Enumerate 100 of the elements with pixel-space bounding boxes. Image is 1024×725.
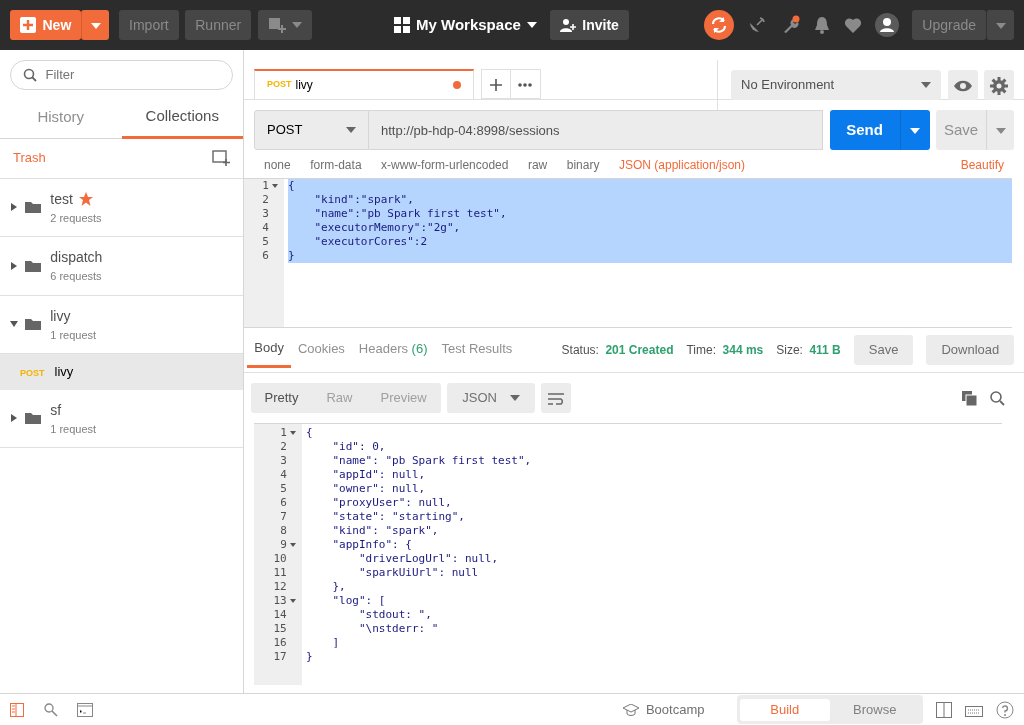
save-response-button[interactable]: Save: [853, 335, 914, 365]
line-number: 2: [262, 193, 269, 207]
caret-icon: [995, 127, 1006, 134]
collection-item[interactable]: dispatch 6 requests: [0, 237, 243, 296]
caret-icon: [995, 22, 1006, 29]
environment-select[interactable]: No Environment: [731, 70, 941, 100]
avatar-icon[interactable]: [875, 13, 900, 37]
line-number: 5: [262, 235, 269, 249]
download-button[interactable]: Download: [926, 335, 1015, 365]
wrap-button[interactable]: [541, 383, 572, 413]
body-type-option[interactable]: x-www-form-urlencoded: [381, 160, 509, 170]
code-line: "log": [: [331, 594, 386, 607]
help-icon[interactable]: [996, 700, 1014, 719]
line-number: 15: [273, 622, 287, 636]
body-type-option[interactable]: raw: [527, 160, 548, 170]
console-icon[interactable]: [77, 702, 93, 717]
sync-icon[interactable]: [704, 10, 735, 40]
caret-icon: [346, 127, 356, 133]
url-field[interactable]: http://pb-hdp-04:8998/sessions: [369, 110, 823, 150]
gear-icon: [990, 76, 1008, 95]
search-icon[interactable]: [43, 702, 58, 717]
code-line: "appInfo": {: [331, 538, 412, 551]
sidebar-tab[interactable]: History: [0, 100, 122, 139]
bootcamp-button[interactable]: Bootcamp: [617, 698, 711, 721]
request-item[interactable]: POST livy: [0, 354, 243, 390]
caret-icon: [910, 127, 920, 134]
format-select[interactable]: JSON: [447, 383, 535, 413]
send-options-button[interactable]: [899, 110, 930, 150]
line-number: 12: [273, 580, 287, 594]
body-type-option[interactable]: form-data: [310, 160, 362, 170]
code-line: "name":"pb Spark first test",: [313, 207, 507, 220]
sidebar-tab[interactable]: Collections: [121, 100, 243, 139]
line-number: 4: [262, 221, 269, 235]
response-tab[interactable]: Body: [247, 331, 291, 369]
body-type-option[interactable]: none: [264, 160, 291, 170]
runner-button[interactable]: Runner: [185, 10, 252, 40]
plus-icon: [489, 78, 502, 91]
line-number: 1: [280, 426, 287, 440]
metric-label: Size:: [776, 342, 803, 359]
code-line: ]: [331, 636, 340, 649]
heart-icon[interactable]: [844, 17, 863, 33]
response-tab[interactable]: Test Results: [434, 333, 520, 367]
line-number: 13: [273, 594, 287, 608]
workspace-selector[interactable]: My Workspace: [387, 12, 544, 38]
copy-icon[interactable]: [961, 390, 977, 406]
upgrade-button[interactable]: Upgrade: [912, 10, 986, 40]
body-type-option[interactable]: binary: [566, 160, 600, 170]
request-tab[interactable]: POST livy: [254, 69, 474, 99]
more-button[interactable]: [510, 69, 541, 99]
sidebar-toggle-icon[interactable]: [10, 702, 24, 717]
collection-name: dispatch: [50, 248, 103, 267]
code-line: "kind":"spark",: [313, 193, 414, 206]
caret-icon: [509, 395, 520, 401]
metric-label: Status:: [561, 342, 599, 359]
save-button[interactable]: Save: [936, 110, 986, 150]
view-tab[interactable]: Pretty: [250, 383, 313, 413]
collection-item[interactable]: sf 1 request: [0, 389, 243, 448]
settings-button[interactable]: [984, 70, 1014, 100]
response-tab[interactable]: Headers (6): [351, 333, 435, 367]
line-number: 16: [273, 636, 287, 650]
upgrade-dropdown-button[interactable]: [986, 10, 1014, 40]
code-line: {: [288, 179, 295, 192]
code-line: },: [331, 580, 346, 593]
two-pane-icon[interactable]: [936, 701, 952, 718]
new-tab-button[interactable]: [480, 69, 511, 99]
content-type-link[interactable]: JSON (application/json): [618, 160, 746, 170]
line-number: 10: [273, 552, 287, 566]
environment-quick-look-button[interactable]: [947, 70, 978, 100]
collection-item[interactable]: test 2 requests: [0, 178, 243, 237]
save-options-button[interactable]: [986, 110, 1014, 150]
code-line: "stdout: ",: [357, 608, 432, 621]
import-button[interactable]: Import: [119, 10, 179, 40]
code-line: {: [306, 426, 313, 439]
response-tab[interactable]: Cookies: [290, 333, 352, 367]
search-icon[interactable]: [989, 390, 1005, 406]
grid-icon: [393, 17, 410, 33]
window-add-icon: [267, 17, 286, 33]
invite-button[interactable]: Invite: [549, 10, 629, 40]
trash-link[interactable]: Trash: [13, 148, 46, 168]
mode-tab[interactable]: Build: [739, 698, 830, 721]
bell-icon[interactable]: [813, 15, 832, 35]
new-folder-icon[interactable]: [212, 150, 230, 166]
code-line: "\nstderr: ": [357, 622, 439, 635]
new-button[interactable]: New: [10, 10, 82, 40]
wrap-lines-icon: [548, 392, 565, 405]
new-window-button[interactable]: [257, 10, 313, 40]
beautify-link[interactable]: Beautify: [960, 160, 1004, 170]
line-number: 3: [262, 207, 269, 221]
collection-name: sf: [50, 400, 62, 420]
caret-icon: [292, 22, 303, 28]
metric-value: 411 B: [809, 342, 841, 359]
code-line: "sparkUiUrl": null: [357, 566, 479, 579]
collection-name: livy: [50, 306, 71, 326]
new-dropdown-button[interactable]: [81, 10, 110, 40]
code-line: }: [288, 249, 295, 262]
send-button[interactable]: Send: [829, 110, 900, 150]
request-count: 2 requests: [50, 210, 102, 226]
method-select[interactable]: POST: [254, 110, 369, 150]
code-line: "appId": null,: [331, 468, 426, 481]
mode-tab[interactable]: Browse: [829, 698, 920, 721]
